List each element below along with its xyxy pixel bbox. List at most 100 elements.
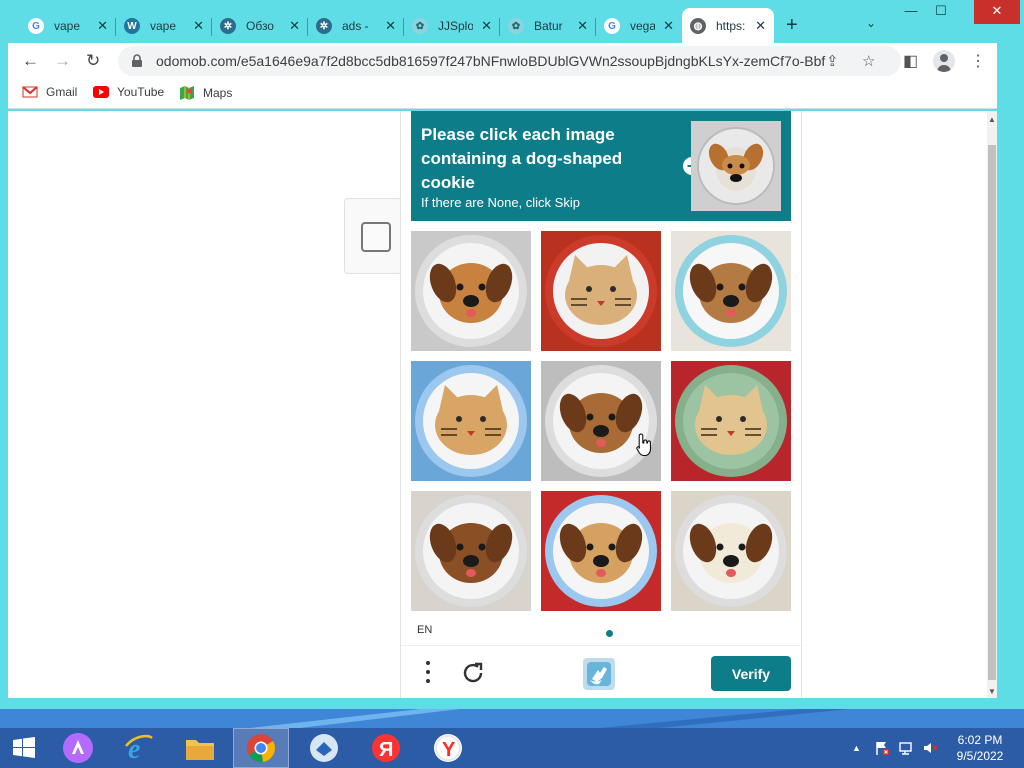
menu-dots-icon[interactable]: ⋮ (970, 51, 986, 71)
yandex-icon: Я (372, 734, 400, 762)
tab-2[interactable]: W vape ✕ (116, 8, 212, 44)
hcaptcha-logo-icon (583, 658, 615, 690)
close-tab-icon[interactable]: ✕ (663, 18, 674, 34)
close-tab-icon[interactable]: ✕ (755, 18, 766, 34)
close-tab-icon[interactable]: ✕ (193, 18, 204, 34)
globe-icon: ✲ (220, 18, 236, 34)
dog-cookie-tile[interactable] (411, 491, 531, 611)
tab-4[interactable]: ✲ ads - ✕ (308, 8, 404, 44)
mail-icon (310, 734, 338, 762)
new-tab-button[interactable]: + (786, 14, 798, 37)
captcha-subtitle: If there are None, click Skip (421, 195, 580, 210)
lock-icon (132, 54, 142, 67)
profile-avatar[interactable] (933, 50, 955, 72)
system-clock[interactable]: 6:02 PM 9/5/2022 (944, 732, 1016, 764)
web-icon: ✿ (508, 18, 524, 34)
close-window-button[interactable]: ✕ (974, 0, 1020, 24)
taskbar-yandex[interactable]: Я (358, 728, 414, 768)
dog-cookie-tile[interactable] (671, 491, 791, 611)
captcha-prompt: Please click each image containing a dog… (411, 111, 791, 221)
close-tab-icon[interactable]: ✕ (385, 18, 396, 34)
close-tab-icon[interactable]: ✕ (289, 18, 300, 34)
bookmark-gmail[interactable]: Gmail (22, 85, 77, 99)
scroll-up-icon[interactable]: ▲ (987, 115, 997, 124)
taskbar-yandex-browser[interactable]: Y (420, 728, 476, 768)
google-icon: G (28, 18, 44, 34)
tab-label: ads - (342, 19, 369, 33)
cat-cookie-tile[interactable] (671, 361, 791, 481)
scroll-down-icon[interactable]: ▼ (987, 687, 997, 696)
tab-label: Batur (534, 19, 563, 33)
taskbar-ie[interactable]: e (110, 728, 166, 768)
bookmark-maps[interactable]: Maps (179, 85, 232, 101)
captcha-title: Please click each image containing a dog… (421, 125, 623, 192)
tab-6[interactable]: ✿ Batur ✕ (500, 8, 596, 44)
yandex-browser-icon: Y (434, 734, 462, 762)
ie-icon: e (125, 734, 153, 764)
page-indicator-dot (606, 630, 613, 637)
clock-date: 9/5/2022 (956, 749, 1004, 763)
verify-button[interactable]: Verify (711, 656, 791, 691)
bookmark-label: YouTube (117, 85, 165, 99)
side-panel-icon[interactable]: ◧ (903, 51, 918, 71)
captcha-checkbox[interactable] (361, 222, 391, 252)
tab-label: JJSplo (438, 19, 474, 33)
volume-muted-icon[interactable] (922, 740, 938, 756)
close-tab-icon[interactable]: ✕ (577, 18, 588, 34)
minimize-button[interactable]: — (896, 0, 926, 24)
back-arrow-icon[interactable]: ← (22, 51, 39, 71)
reload-icon[interactable]: ↻ (86, 51, 100, 71)
tab-3[interactable]: ✲ Обзо ✕ (212, 8, 308, 44)
tab-search-button[interactable]: ⌄ (866, 16, 876, 30)
scrollbar-thumb[interactable] (988, 145, 996, 680)
gmail-icon (22, 86, 38, 98)
browser-window: G vape ✕ W vape ✕ ✲ Обзо ✕ ✲ ads - ✕ ✿ J… (0, 0, 1024, 709)
close-tab-icon[interactable]: ✕ (481, 18, 492, 34)
url-text[interactable]: odomob.com/e5a1646e9a7f2d8bcc5db816597f2… (156, 53, 826, 69)
tab-active[interactable]: ◍ https: ✕ (682, 8, 774, 44)
file-explorer-icon (186, 740, 214, 760)
alice-icon (63, 733, 93, 763)
address-bar[interactable]: odomob.com/e5a1646e9a7f2d8bcc5db816597f2… (118, 46, 901, 76)
star-icon[interactable]: ☆ (862, 52, 875, 70)
bookmark-label: Gmail (46, 85, 78, 99)
dog-cookie-tile[interactable] (411, 231, 531, 351)
show-hidden-icons-icon[interactable]: ▲ (852, 743, 861, 753)
page-scrollbar[interactable]: ▲ ▼ (987, 111, 997, 698)
cat-cookie-tile[interactable] (411, 361, 531, 481)
dog-cookie-tile[interactable] (541, 491, 661, 611)
windows-start-icon (13, 737, 35, 758)
maximize-button[interactable]: ☐ (926, 0, 956, 24)
menu-dots-icon[interactable] (423, 659, 433, 685)
clock-time: 6:02 PM (957, 733, 1003, 747)
refresh-icon[interactable] (459, 659, 487, 687)
tab-1[interactable]: G vape ✕ (20, 8, 116, 44)
globe-icon: ◍ (690, 18, 706, 34)
dog-cookie-tile[interactable] (541, 361, 661, 481)
example-image[interactable] (691, 121, 781, 211)
tab-7[interactable]: G vegas ✕ (596, 8, 682, 44)
svg-text:Я: Я (379, 739, 393, 761)
tab-5[interactable]: ✿ JJSplo ✕ (404, 8, 500, 44)
cat-cookie-tile[interactable] (541, 231, 661, 351)
maps-icon (180, 86, 194, 100)
desktop-background (0, 709, 1024, 728)
bookmarks-bar: Gmail YouTube Maps (8, 79, 997, 109)
bookmark-youtube[interactable]: YouTube (93, 85, 164, 99)
dog-cookie-tile[interactable] (671, 231, 791, 351)
globe-icon: ✲ (316, 18, 332, 34)
network-icon[interactable] (898, 740, 914, 756)
share-icon[interactable]: ⇪ (826, 52, 839, 70)
start-button[interactable] (0, 728, 48, 768)
taskbar-alice[interactable] (50, 728, 106, 768)
language-selector[interactable]: EN (417, 624, 432, 636)
taskbar-mail[interactable] (296, 728, 352, 768)
taskbar-chrome[interactable] (233, 728, 289, 768)
taskbar-file-explorer[interactable] (172, 728, 228, 768)
flag-icon[interactable] (874, 740, 890, 756)
tab-label: vape (54, 19, 81, 33)
close-tab-icon[interactable]: ✕ (97, 18, 108, 34)
wordpress-icon: W (124, 18, 140, 34)
forward-arrow-icon[interactable]: → (54, 51, 71, 71)
chrome-icon (247, 734, 275, 763)
